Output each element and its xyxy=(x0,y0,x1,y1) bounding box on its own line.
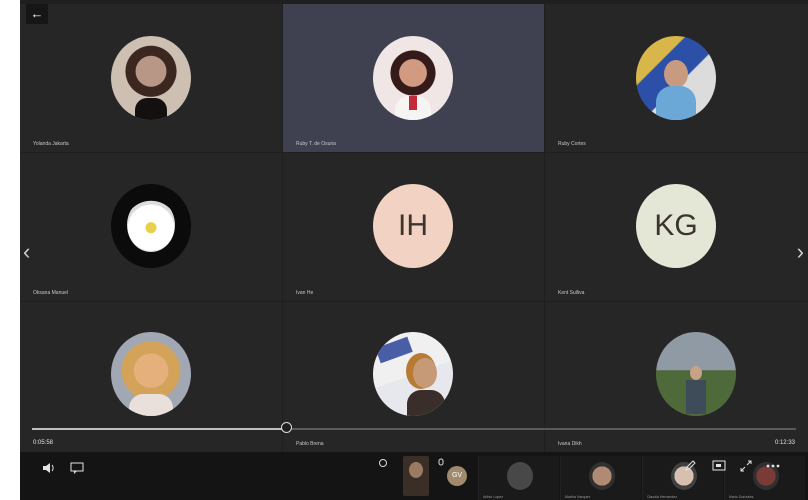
playback-progress-bar[interactable] xyxy=(32,422,796,433)
participant-name: Ruby Cortes xyxy=(558,141,586,147)
edit-pencil-icon[interactable] xyxy=(684,460,696,472)
strip-thumbnail[interactable]: Martha Vazquez xyxy=(560,456,641,500)
video-thumbnail[interactable] xyxy=(403,456,429,496)
expand-icon[interactable] xyxy=(740,460,752,472)
strip-avatar xyxy=(507,462,533,490)
participant-avatar-orchid xyxy=(111,184,191,268)
progress-fill xyxy=(32,428,288,430)
meeting-recording-player: Yolanda Jakarta Ruby T. de Osuna Ruby Co… xyxy=(20,0,808,500)
back-arrow-icon: ← xyxy=(30,6,44,21)
screen-share-icon[interactable] xyxy=(712,460,726,472)
more-options-icon[interactable] xyxy=(766,464,780,468)
chevron-left-icon: ‹ xyxy=(23,239,31,264)
participant-avatar xyxy=(373,36,453,120)
participant-avatar xyxy=(656,332,736,416)
participant-name: Pablo Brena xyxy=(296,441,324,447)
strip-thumbnail[interactable]: Mario Gonzalez xyxy=(724,456,805,500)
control-bar: GV Arthur Lopez Martha Vazquez Claudia H… xyxy=(20,452,808,500)
strip-avatar xyxy=(589,462,615,490)
participant-name: Ruby T. de Osuna xyxy=(296,141,336,147)
strip-label: Mario Gonzalez xyxy=(729,495,754,499)
elapsed-time: 0:05:58 xyxy=(33,440,54,446)
captions-icon[interactable] xyxy=(70,462,84,474)
participant-tile[interactable]: Oksana Manuel xyxy=(20,153,282,301)
participant-name: Kent Sulliva xyxy=(558,290,585,296)
participant-avatar xyxy=(373,332,453,416)
total-time: 0:12:33 xyxy=(774,440,795,446)
strip-label: Arthur Lopez xyxy=(483,495,504,499)
mic-icon xyxy=(438,458,444,466)
participant-avatar xyxy=(111,36,191,120)
strip-thumbnail[interactable]: Claudia Hernandez xyxy=(642,456,723,500)
participant-name: Oksana Manuel xyxy=(33,290,69,296)
participant-tile[interactable]: Ruby Cortes xyxy=(545,4,808,152)
participant-name: Ivana Dikh xyxy=(558,441,582,447)
participant-avatar xyxy=(636,36,716,120)
participant-initials-avatar: IH xyxy=(373,184,453,268)
strip-thumbnail[interactable]: Arthur Lopez xyxy=(478,456,559,500)
back-button[interactable]: ← xyxy=(26,4,48,24)
participant-avatar xyxy=(111,332,191,416)
participant-tile[interactable]: KG Kent Sulliva xyxy=(545,153,808,301)
next-page-button[interactable]: › xyxy=(797,240,804,264)
strip-label: Claudia Hernandez xyxy=(647,495,677,499)
participant-name: Ivan He xyxy=(296,290,314,296)
participant-tile[interactable]: Yolanda Jakarta xyxy=(20,4,282,152)
lowered-hand-icon xyxy=(379,459,387,467)
participant-tile[interactable]: IH Ivan He xyxy=(283,153,544,301)
speaker-icon[interactable] xyxy=(42,462,56,474)
strip-label: Martha Vazquez xyxy=(565,495,591,499)
participant-tile-active[interactable]: Ruby T. de Osuna xyxy=(283,4,544,152)
participant-name: Yolanda Jakarta xyxy=(33,141,69,147)
participant-initials-avatar: KG xyxy=(636,184,716,268)
previous-page-button[interactable]: ‹ xyxy=(23,240,30,264)
chevron-right-icon: › xyxy=(796,239,804,264)
gv-avatar-badge[interactable]: GV xyxy=(447,466,467,486)
